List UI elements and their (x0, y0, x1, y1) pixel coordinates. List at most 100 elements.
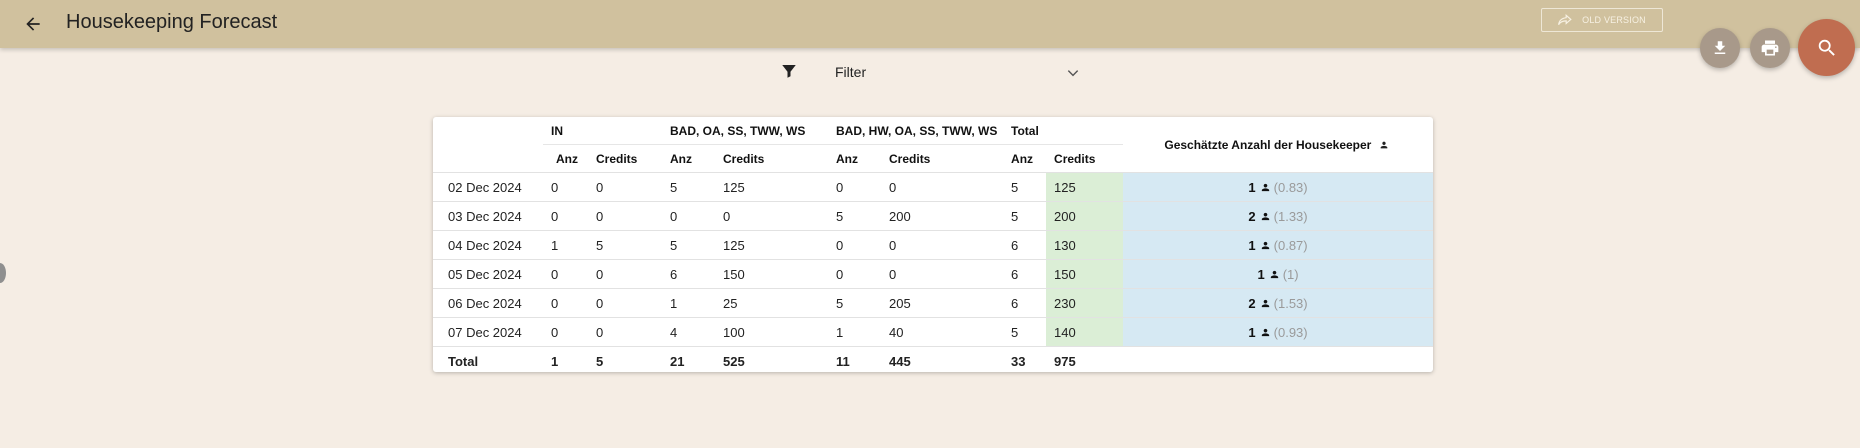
row-housekeeper-count: 2 (1248, 208, 1256, 224)
row-housekeeper-estimate: (0.87) (1273, 237, 1308, 253)
chevron-down-icon (1067, 70, 1079, 77)
group-header-total: Total (1011, 123, 1039, 138)
forecast-table-card: IN BAD, OA, SS, TWW, WS BAD, HW, OA, SS,… (433, 117, 1433, 372)
date-header (433, 117, 543, 145)
download-button[interactable] (1700, 28, 1740, 68)
housekeeper-header: Geschätzte Anzahl der Housekeeper (1123, 117, 1433, 173)
row-housekeeper-count: 1 (1257, 266, 1265, 282)
row-g2-anz: 0 (828, 259, 882, 289)
row-housekeeper: 1 (0.93) (1123, 317, 1433, 347)
g1-anz-header: Anz (662, 144, 715, 173)
redo-arrow-icon (1558, 14, 1572, 25)
in-credits-header: Credits (596, 144, 662, 173)
row-g1-anz: 6 (662, 259, 715, 289)
totals-g1-credits: 525 (715, 346, 829, 372)
row-in-anz: 0 (543, 317, 596, 347)
person-icon (1261, 299, 1269, 307)
g2-credits-header: Credits (881, 144, 1004, 173)
row-total-credits: 230 (1046, 288, 1124, 318)
totals-label: Total (433, 346, 543, 372)
row-housekeeper: 1 (0.87) (1123, 230, 1433, 260)
row-in-credits: 0 (596, 201, 662, 231)
row-housekeeper: 2 (1.53) (1123, 288, 1433, 318)
old-version-button[interactable]: OLD VERSION (1541, 8, 1663, 32)
row-total-anz: 5 (1003, 201, 1047, 231)
row-total-credits: 150 (1046, 259, 1124, 289)
row-housekeeper-estimate: (0.83) (1273, 179, 1308, 195)
row-housekeeper-estimate: (1.33) (1273, 208, 1308, 224)
row-in-anz: 1 (543, 230, 596, 260)
person-icon (1261, 241, 1269, 249)
row-in-anz: 0 (543, 259, 596, 289)
row-total-anz: 6 (1003, 288, 1047, 318)
table-row: 07 Dec 2024 0 0 4 100 1 40 5 140 1 (0.93) (433, 317, 1433, 347)
row-total-anz: 5 (1003, 317, 1047, 347)
search-icon (1818, 39, 1835, 56)
group-header-in: IN (551, 123, 563, 138)
totals-in-anz: 1 (543, 346, 596, 372)
table-row: 05 Dec 2024 0 0 6 150 0 0 6 150 1 (1) (433, 259, 1433, 289)
row-g1-credits: 125 (715, 172, 829, 202)
back-button[interactable] (18, 10, 48, 38)
row-total-anz: 5 (1003, 172, 1047, 202)
top-app-bar: Housekeeping Forecast OLD VERSION (0, 0, 1860, 48)
row-housekeeper-count: 1 (1248, 237, 1256, 253)
row-housekeeper: 1 (1) (1123, 259, 1433, 289)
side-handle[interactable] (0, 263, 6, 283)
row-housekeeper-count: 1 (1248, 179, 1256, 195)
row-total-credits: 130 (1046, 230, 1124, 260)
total-anz-header: Anz (1003, 144, 1047, 173)
print-button[interactable] (1750, 28, 1790, 68)
row-date: 02 Dec 2024 (433, 172, 543, 202)
row-g2-credits: 0 (881, 230, 1004, 260)
funnel-icon (782, 65, 796, 78)
row-date: 06 Dec 2024 (433, 288, 543, 318)
filter-label: Filter (835, 64, 867, 80)
row-housekeeper-estimate: (1.53) (1273, 295, 1308, 311)
totals-total-credits: 975 (1046, 346, 1124, 372)
row-in-credits: 0 (596, 172, 662, 202)
row-in-anz: 0 (543, 172, 596, 202)
table-row: 03 Dec 2024 0 0 0 0 5 200 5 200 2 (1.33) (433, 201, 1433, 231)
row-in-credits: 0 (596, 317, 662, 347)
housekeeper-header-label: Geschätzte Anzahl der Housekeeper (1164, 137, 1372, 152)
person-icon (1261, 212, 1269, 220)
row-housekeeper-count: 1 (1248, 324, 1256, 340)
row-date: 07 Dec 2024 (433, 317, 543, 347)
row-g1-credits: 100 (715, 317, 829, 347)
row-total-anz: 6 (1003, 230, 1047, 260)
g2-anz-header: Anz (828, 144, 882, 173)
row-g2-anz: 5 (828, 288, 882, 318)
person-icon (1270, 270, 1278, 278)
g1-credits-header: Credits (715, 144, 829, 173)
row-g2-credits: 0 (881, 172, 1004, 202)
row-housekeeper: 2 (1.33) (1123, 201, 1433, 231)
page-title: Housekeeping Forecast (66, 11, 278, 33)
group-header-bad-hw: BAD, HW, OA, SS, TWW, WS (836, 123, 998, 138)
row-g1-anz: 5 (662, 230, 715, 260)
table-row: 04 Dec 2024 1 5 5 125 0 0 6 130 1 (0.87) (433, 230, 1433, 260)
row-g2-credits: 205 (881, 288, 1004, 318)
group-header-bad-oa: BAD, OA, SS, TWW, WS (670, 123, 806, 138)
person-icon (1380, 141, 1388, 148)
row-in-credits: 5 (596, 230, 662, 260)
row-in-credits: 0 (596, 288, 662, 318)
row-g1-anz: 0 (662, 201, 715, 231)
row-total-credits: 200 (1046, 201, 1124, 231)
filter-select[interactable]: Filter (780, 60, 1085, 84)
totals-g1-anz: 21 (662, 346, 715, 372)
row-date: 05 Dec 2024 (433, 259, 543, 289)
table-row: 02 Dec 2024 0 0 5 125 0 0 5 125 1 (0.83) (433, 172, 1433, 202)
totals-g2-anz: 11 (828, 346, 882, 372)
totals-housekeeper (1123, 346, 1433, 372)
row-in-anz: 0 (543, 201, 596, 231)
person-icon (1261, 183, 1269, 191)
row-g2-anz: 1 (828, 317, 882, 347)
search-button[interactable] (1798, 19, 1855, 76)
table-row: 06 Dec 2024 0 0 1 25 5 205 6 230 2 (1.53) (433, 288, 1433, 318)
row-date: 04 Dec 2024 (433, 230, 543, 260)
row-housekeeper-estimate: (1) (1282, 266, 1299, 282)
date-subheader (433, 145, 543, 173)
old-version-label: OLD VERSION (1582, 15, 1646, 25)
row-g1-anz: 4 (662, 317, 715, 347)
